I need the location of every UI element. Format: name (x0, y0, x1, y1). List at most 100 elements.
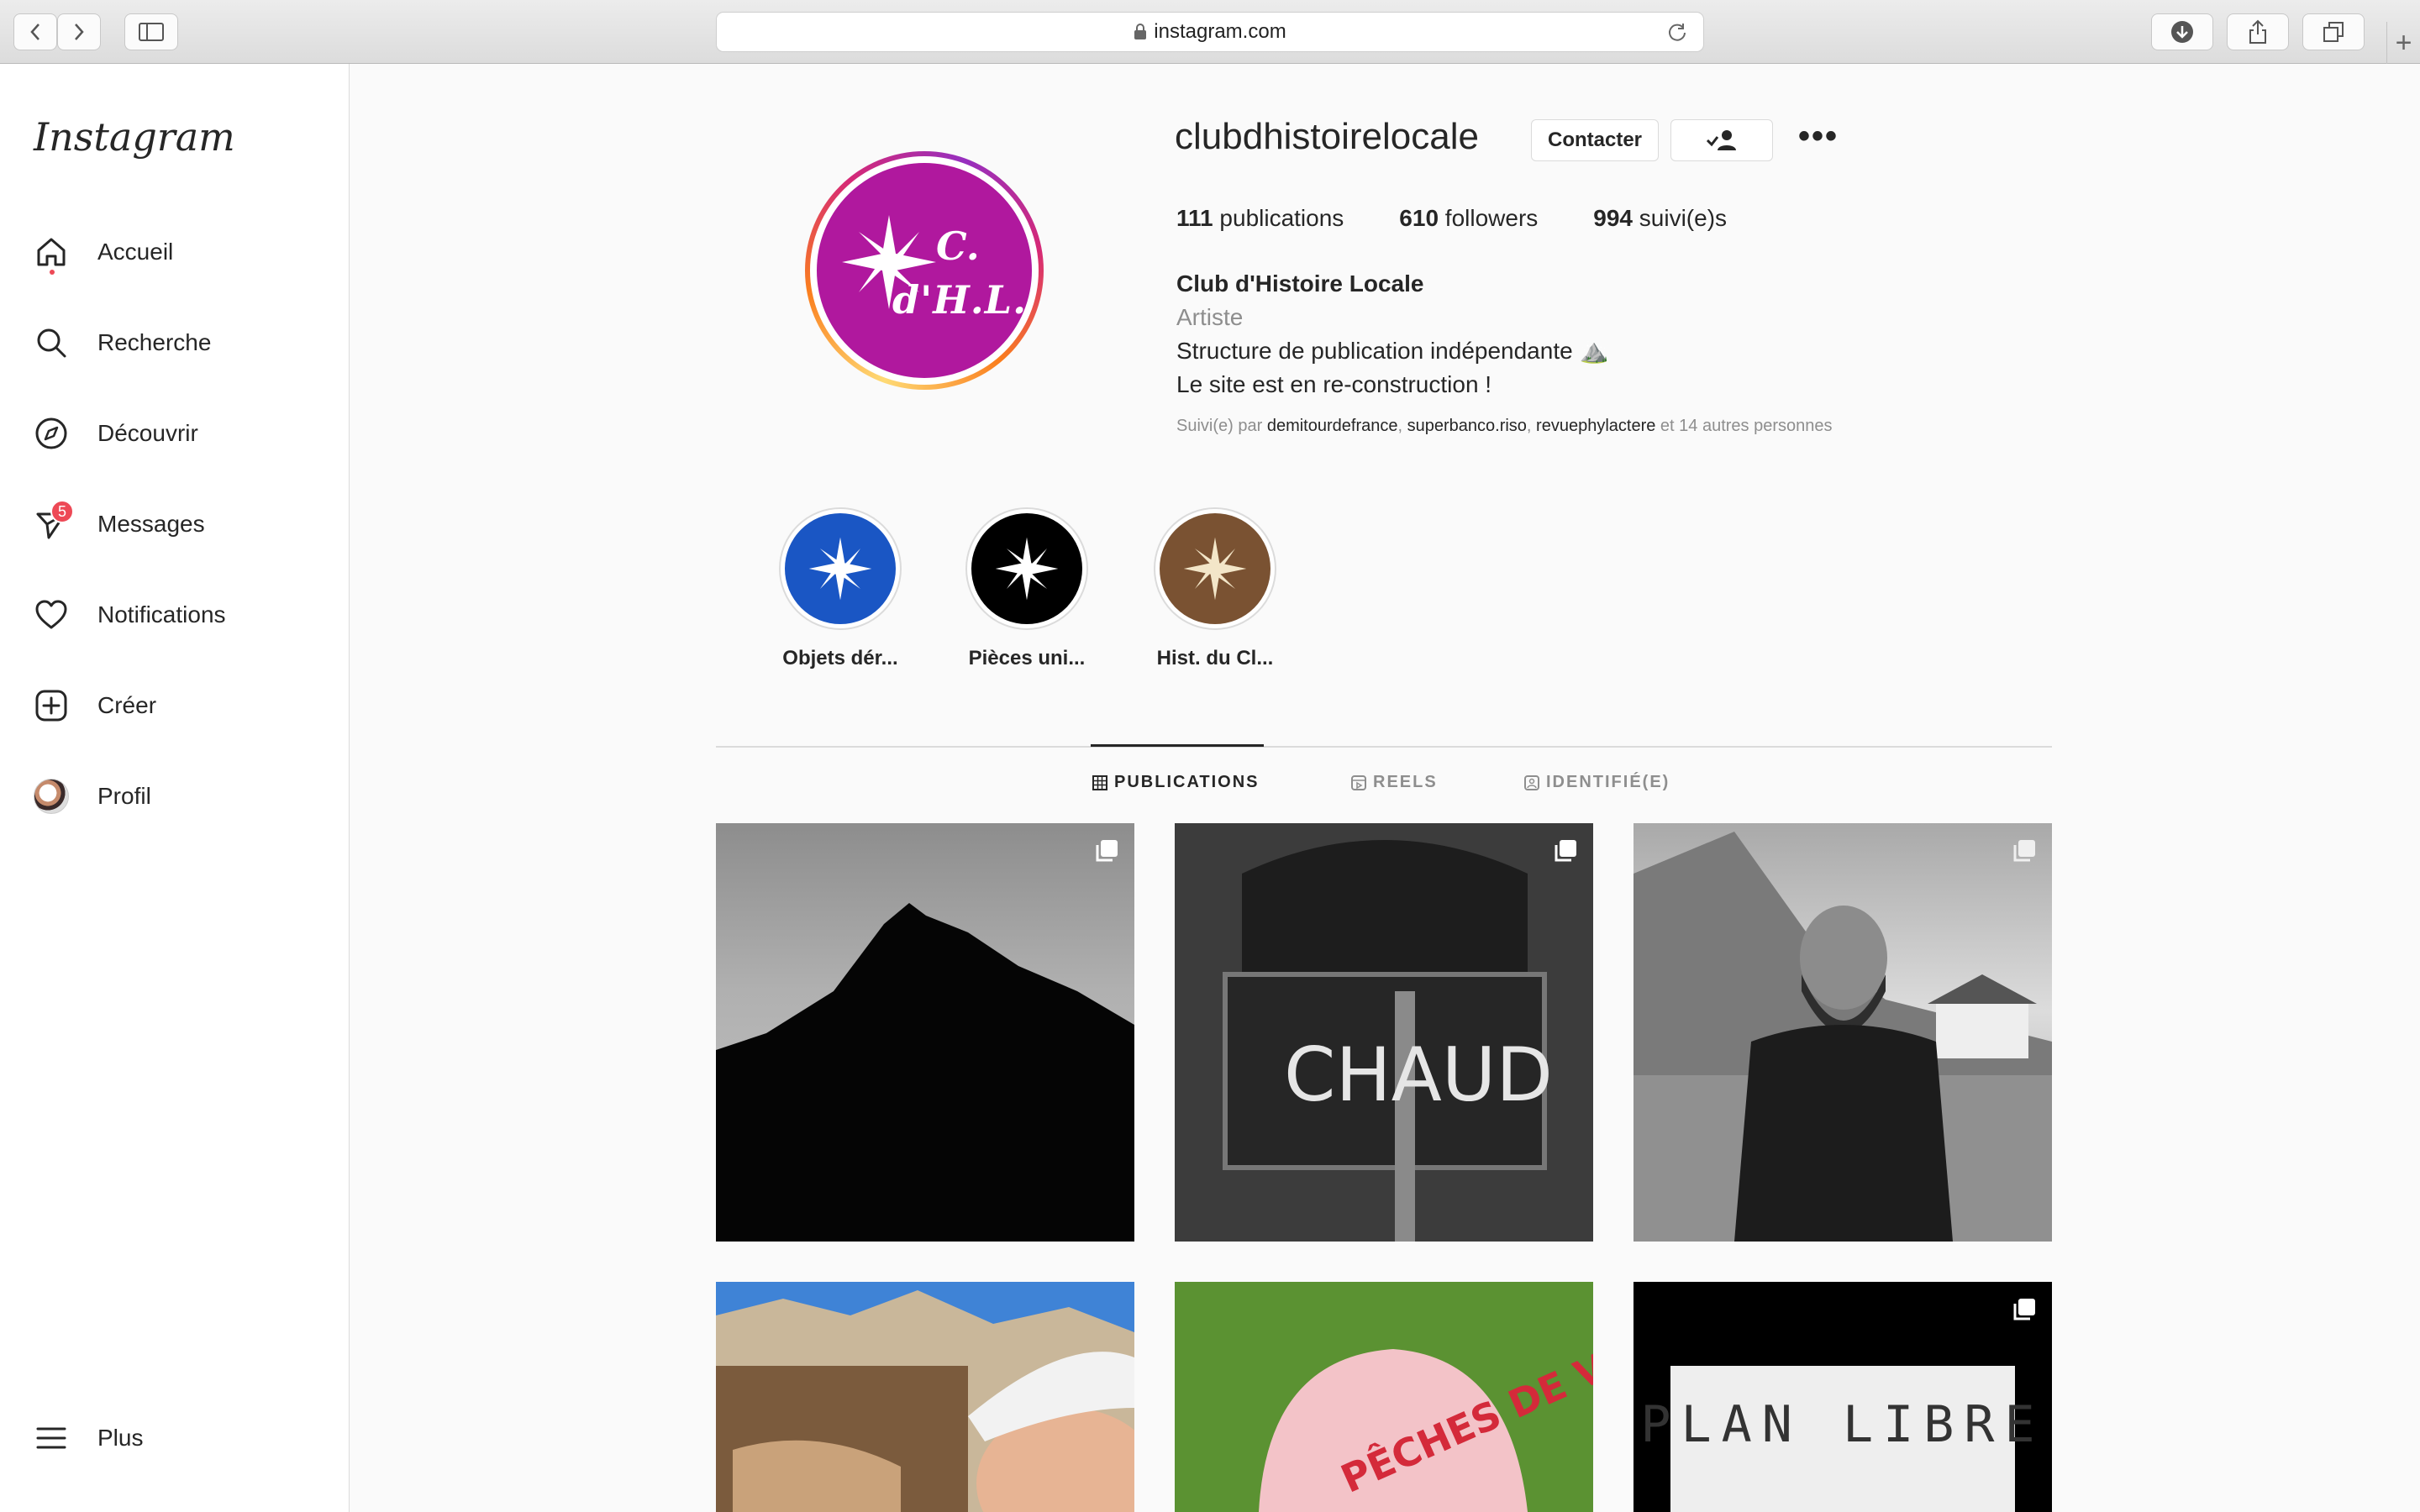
tab-tagged[interactable]: IDENTIFIÉ(E) (1524, 773, 1670, 792)
carousel-icon (1555, 840, 1576, 862)
sidebar-item-label: Recherche (97, 329, 212, 355)
post-thumbnail[interactable] (1634, 823, 2052, 1242)
menu-icon (32, 1419, 71, 1457)
posts-stat[interactable]: 111 publications (1176, 205, 1344, 232)
profile-username: clubdhistoirelocale (1175, 116, 1479, 157)
mountain-cap-photo (716, 1290, 1134, 1512)
profile-avatar: C. d'H.L. (817, 163, 1032, 378)
sidebar-item-home[interactable]: Accueil (32, 227, 173, 277)
address-bar[interactable]: instagram.com (716, 12, 1704, 52)
oven-photo: CHAUD (1175, 823, 1593, 1242)
post-thumbnail[interactable]: CHAUD (1175, 823, 1593, 1242)
sidebar-item-label: Accueil (97, 239, 174, 265)
carousel-icon (2013, 1299, 2035, 1320)
tabs-icon (2323, 22, 2344, 42)
downloads-button[interactable] (2151, 13, 2213, 50)
instagram-logo[interactable]: Instagram (34, 114, 235, 160)
tab-label: REELS (1373, 773, 1438, 791)
back-button[interactable] (13, 13, 57, 50)
chevron-right-icon (75, 24, 84, 40)
star-icon (808, 537, 872, 601)
bio-line: Le site est en re-construction ! (1176, 371, 1492, 397)
sidebar-item-notifications[interactable]: Notifications (32, 590, 226, 640)
chalk-text: CHAUD (1284, 1032, 1553, 1118)
mountain-photo (716, 903, 1134, 1242)
sidebar-item-messages[interactable]: 5 Messages (32, 499, 205, 549)
following-button[interactable] (1670, 119, 1773, 161)
carousel-icon (2013, 840, 2035, 862)
notification-dot (50, 270, 55, 275)
more-options-button[interactable]: ••• (1798, 119, 1839, 153)
pink-cap-photo: PÊCHES DE VILLE (1175, 1282, 1593, 1512)
forward-button[interactable] (57, 13, 101, 50)
plus-icon: + (2395, 26, 2412, 59)
profile-full-name: Club d'Histoire Locale (1176, 270, 1424, 297)
tab-reels[interactable]: REELS (1351, 773, 1438, 792)
tab-label: IDENTIFIÉ(E) (1546, 773, 1670, 791)
avatar-text-line2: d'H.L. (892, 277, 1028, 323)
followed-by[interactable]: Suivi(e) par demitourdefrance, superbanc… (1176, 417, 1833, 436)
story-highlight[interactable]: Pièces uni... (960, 507, 1094, 670)
highlight-label: Pièces uni... (968, 647, 1086, 669)
sidebar-item-label: Notifications (97, 601, 226, 627)
story-highlight[interactable]: Hist. du Cl... (1148, 507, 1282, 670)
compass-icon (32, 414, 71, 453)
lock-icon (1134, 24, 1147, 39)
avatar-text-line1: C. (936, 223, 980, 269)
sidebar-toggle-button[interactable] (124, 13, 178, 50)
sidebar-item-create[interactable]: Créer (32, 680, 156, 731)
sidebar-item-label: Profil (97, 783, 151, 809)
search-icon (32, 323, 71, 362)
post-thumbnail[interactable]: PÊCHES DE VILLE (1175, 1282, 1593, 1512)
tab-publications[interactable]: PUBLICATIONS (1092, 773, 1260, 792)
highlight-cover (785, 513, 896, 624)
sidebar-item-search[interactable]: Recherche (32, 318, 211, 368)
sidebar-item-label: Découvrir (97, 420, 198, 446)
sidebar-item-label: Créer (97, 692, 157, 718)
portrait-photo (1634, 832, 2052, 1242)
highlight-label: Objets dér... (782, 647, 898, 669)
sidebar: Instagram Accueil Recherche Découvrir 5 … (0, 64, 350, 1512)
highlight-cover (971, 513, 1082, 624)
share-icon (2249, 19, 2266, 44)
story-highlight[interactable]: Objets dér... (773, 507, 908, 670)
sidebar-item-profile[interactable]: Profil (32, 771, 151, 822)
home-icon (32, 233, 71, 275)
contact-button[interactable]: Contacter (1531, 119, 1659, 161)
reload-icon[interactable] (1666, 21, 1688, 43)
download-icon (2171, 21, 2193, 43)
profile-stats: 111 publications 610 followers 994 suivi… (1176, 205, 1727, 232)
profile-avatar-ring[interactable]: C. d'H.L. (805, 151, 1044, 390)
sidebar-item-label: Messages (97, 511, 205, 537)
plus-square-icon (32, 686, 71, 725)
heart-icon (32, 596, 71, 634)
post-thumbnail[interactable]: PLAN LIBRE (1634, 1282, 2052, 1512)
star-icon (995, 537, 1059, 601)
profile-category: Artiste (1176, 304, 1244, 330)
post-thumbnail[interactable] (716, 823, 1134, 1242)
grid-icon (1092, 774, 1107, 790)
sidebar-item-more[interactable]: Plus (32, 1413, 143, 1463)
ellipsis-icon: ••• (1798, 118, 1839, 155)
browser-toolbar: instagram.com + (0, 0, 2420, 64)
following-stat[interactable]: 994 suivi(e)s (1593, 205, 1727, 232)
sidebar-item-explore[interactable]: Découvrir (32, 408, 198, 459)
bio-line: Structure de publication indépendante ⛰️ (1176, 338, 1609, 364)
tagged-icon (1524, 774, 1539, 790)
follower-link: demitourdefrance (1266, 417, 1398, 435)
new-tab-button[interactable]: + (2386, 22, 2420, 64)
sidebar-item-label: Plus (97, 1425, 144, 1451)
tab-label: PUBLICATIONS (1114, 773, 1260, 791)
url-text: instagram.com (1154, 20, 1286, 43)
tabs-divider (716, 746, 2052, 748)
star-icon (1183, 537, 1247, 601)
carousel-icon (1096, 840, 1118, 862)
tabs-button[interactable] (2302, 13, 2365, 50)
post-thumbnail[interactable] (716, 1282, 1134, 1512)
sign-photo: PLAN LIBRE (1640, 1366, 2035, 1512)
share-button[interactable] (2227, 13, 2289, 50)
followers-stat[interactable]: 610 followers (1399, 205, 1538, 232)
follower-link: superbanco.riso (1407, 417, 1527, 435)
active-tab-indicator (1091, 744, 1264, 747)
sidebar-icon (139, 23, 164, 41)
